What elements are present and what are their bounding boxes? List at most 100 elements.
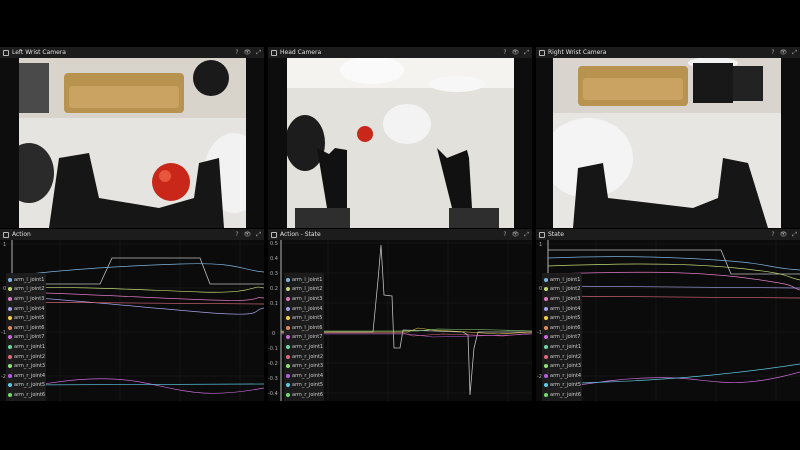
legend-item[interactable]: arm_l_joint5 (544, 313, 580, 323)
plot-area[interactable]: 1 0 -1 -2 arm_l_joint1 arm_l_joint2 arm_… (0, 240, 264, 401)
expand-icon[interactable]: ⤢ (256, 47, 261, 58)
ytick: 0 (272, 331, 275, 337)
series-color-icon (286, 392, 290, 397)
series-color-icon (544, 373, 548, 378)
visibility-icon[interactable]: 👁 (780, 47, 788, 58)
series-color-icon (286, 306, 290, 311)
visibility-icon[interactable]: 👁 (512, 229, 520, 240)
plot-area[interactable]: 0.5 0.4 0.3 0.2 0.1 0 -0.1 -0.2 -0.3 -0.… (268, 240, 532, 401)
legend-item[interactable]: arm_l_joint1 (286, 275, 322, 285)
legend-item[interactable]: arm_l_joint1 (8, 275, 44, 285)
expand-icon[interactable]: ⤢ (524, 47, 529, 58)
legend-item[interactable]: arm_r_joint1 (8, 342, 45, 352)
panel-title: Action - State (280, 231, 321, 238)
series-color-icon (544, 383, 548, 388)
panel-header: Head Camera ? 👁 ⤢ (268, 47, 532, 58)
legend-item[interactable]: arm_l_joint6 (286, 323, 322, 333)
series-color-icon (8, 344, 12, 349)
legend-item[interactable]: arm_l_joint3 (544, 294, 580, 304)
help-icon[interactable]: ? (235, 229, 238, 240)
legend-item[interactable]: arm_l_joint4 (544, 304, 580, 314)
series-color-icon (286, 383, 290, 388)
series-color-icon (544, 344, 548, 349)
series-color-icon (286, 373, 290, 378)
legend-item[interactable]: arm_l_joint5 (8, 313, 44, 323)
visibility-icon[interactable]: 👁 (512, 47, 520, 58)
legend-item[interactable]: arm_r_joint6 (544, 390, 581, 400)
legend-item[interactable]: arm_r_joint6 (8, 390, 45, 400)
legend-item[interactable]: arm_r_joint2 (286, 352, 323, 362)
legend-item[interactable]: arm_l_joint7 (8, 333, 44, 343)
legend-item[interactable]: arm_l_joint7 (286, 333, 322, 343)
right-wrist-camera-image (553, 58, 781, 228)
expand-icon[interactable]: ⤢ (524, 229, 529, 240)
visibility-icon[interactable]: 👁 (244, 229, 252, 240)
head-camera-panel: Head Camera ? 👁 ⤢ (268, 47, 532, 228)
camera-view[interactable] (553, 58, 781, 228)
series-color-icon (8, 296, 12, 301)
legend-item[interactable]: arm_l_joint1 (544, 275, 580, 285)
legend-item[interactable]: arm_r_joint5 (8, 381, 45, 391)
panel-title: Head Camera (280, 49, 322, 56)
chart-icon (3, 231, 9, 238)
left-wrist-camera-panel: Left Wrist Camera ? 👁 ⤢ (0, 47, 264, 228)
legend-item[interactable]: arm_r_joint4 (544, 371, 581, 381)
help-icon[interactable]: ? (235, 47, 238, 58)
legend-item[interactable]: arm_l_joint3 (286, 294, 322, 304)
chart-icon (539, 231, 545, 238)
camera-view[interactable] (19, 58, 246, 228)
ytick: 1 (3, 242, 6, 248)
visibility-icon[interactable]: 👁 (780, 229, 788, 240)
legend-item[interactable]: arm_r_joint4 (8, 371, 45, 381)
help-icon[interactable]: ? (771, 47, 774, 58)
legend-item[interactable]: arm_r_joint5 (544, 381, 581, 391)
plot-area[interactable]: 1 0 -1 -2 arm_l_joint1 arm_l_joint2 arm_… (536, 240, 800, 401)
expand-icon[interactable]: ⤢ (792, 229, 797, 240)
legend-item[interactable]: arm_l_joint7 (544, 333, 580, 343)
legend-item[interactable]: arm_r_joint3 (544, 361, 581, 371)
visibility-icon[interactable]: 👁 (244, 47, 252, 58)
ytick: 0.5 (270, 241, 278, 247)
legend-item[interactable]: arm_r_joint4 (286, 371, 323, 381)
series-color-icon (544, 316, 548, 321)
legend-item[interactable]: arm_l_joint5 (286, 313, 322, 323)
series-color-icon (8, 335, 12, 340)
action-state-plot-panel: Action - State ? 👁 ⤢ 0.5 0.4 0.3 0.2 0.1… (268, 229, 532, 401)
expand-icon[interactable]: ⤢ (792, 47, 797, 58)
legend-item[interactable]: arm_r_joint3 (286, 361, 323, 371)
legend-item[interactable]: arm_l_joint2 (8, 285, 44, 295)
legend-item[interactable]: arm_r_joint2 (544, 352, 581, 362)
expand-icon[interactable]: ⤢ (256, 229, 261, 240)
ytick: 0.1 (270, 301, 278, 307)
series-color-icon (8, 316, 12, 321)
series-color-icon (286, 364, 290, 369)
legend-item[interactable]: arm_l_joint4 (8, 304, 44, 314)
legend-item[interactable]: arm_l_joint6 (8, 323, 44, 333)
camera-view[interactable] (287, 58, 514, 228)
legend-item[interactable]: arm_l_joint3 (8, 294, 44, 304)
legend-item[interactable]: arm_l_joint2 (286, 285, 322, 295)
series-color-icon (544, 392, 548, 397)
help-icon[interactable]: ? (503, 47, 506, 58)
series-color-icon (8, 364, 12, 369)
legend-item[interactable]: arm_r_joint5 (286, 381, 323, 391)
help-icon[interactable]: ? (503, 229, 506, 240)
help-icon[interactable]: ? (771, 229, 774, 240)
ytick: 0.3 (270, 271, 278, 277)
legend-item[interactable]: arm_r_joint1 (286, 342, 323, 352)
series-color-icon (544, 296, 548, 301)
ytick: -0.2 (268, 361, 278, 367)
legend-item[interactable]: arm_l_joint2 (544, 285, 580, 295)
legend-item[interactable]: arm_r_joint2 (8, 352, 45, 362)
panel-header: State ? 👁 ⤢ (536, 229, 800, 240)
legend-item[interactable]: arm_l_joint6 (544, 323, 580, 333)
chart-icon (271, 231, 277, 238)
legend-item[interactable]: arm_r_joint1 (544, 342, 581, 352)
legend: arm_l_joint1 arm_l_joint2 arm_l_joint3 a… (542, 273, 582, 401)
legend-item[interactable]: arm_l_joint4 (286, 304, 322, 314)
panel-header: Action ? 👁 ⤢ (0, 229, 264, 240)
series-color-icon (8, 373, 12, 378)
legend-item[interactable]: arm_r_joint6 (286, 390, 323, 400)
series-color-icon (8, 277, 12, 282)
legend-item[interactable]: arm_r_joint3 (8, 361, 45, 371)
